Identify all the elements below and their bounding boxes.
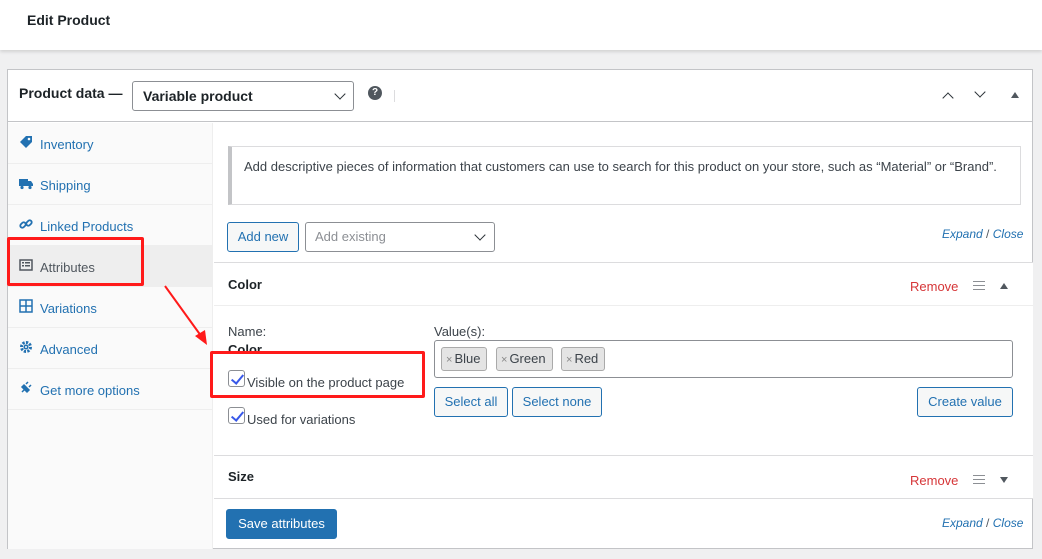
- drag-handle-icon[interactable]: [973, 475, 985, 484]
- value-chip[interactable]: × Green: [496, 347, 553, 371]
- attribute-size: Size Remove: [214, 455, 1033, 499]
- plugin-icon: [20, 381, 32, 394]
- product-data-label: Product data —: [19, 85, 123, 101]
- expand-link[interactable]: Expand: [942, 227, 983, 241]
- annotation-arrow-icon: [164, 285, 207, 345]
- tab-label: Linked Products: [40, 219, 134, 234]
- slash-separator: /: [986, 516, 990, 530]
- attributes-panel: Add descriptive pieces of information th…: [214, 123, 1033, 549]
- values-input[interactable]: × Blue × Green × Red: [434, 340, 1013, 378]
- add-existing-placeholder: Add existing: [315, 229, 386, 244]
- expand-link[interactable]: Expand: [942, 516, 983, 530]
- tab-inventory[interactable]: Inventory: [8, 123, 212, 164]
- create-value-button[interactable]: Create value: [917, 387, 1013, 417]
- add-existing-select[interactable]: Add existing: [305, 222, 495, 252]
- tab-label: Get more options: [40, 383, 140, 398]
- link-icon: [19, 219, 33, 229]
- expand-close-links-footer: Expand / Close: [942, 516, 1023, 530]
- move-down-icon[interactable]: [974, 86, 986, 98]
- product-type-select[interactable]: Variable product: [132, 81, 354, 111]
- expand-close-links: Expand / Close: [942, 227, 1023, 241]
- remove-chip-icon[interactable]: ×: [566, 354, 572, 366]
- chevron-down-icon: [474, 229, 486, 241]
- used-for-variations-checkbox[interactable]: [228, 407, 245, 424]
- expand-attribute-icon[interactable]: [1000, 477, 1008, 483]
- tab-shipping[interactable]: Shipping: [8, 164, 212, 205]
- page-title: Edit Product: [27, 12, 111, 28]
- tab-label: Variations: [40, 301, 97, 316]
- collapse-panel-icon[interactable]: [1011, 92, 1019, 98]
- attribute-title: Size: [228, 469, 255, 484]
- variations-label: Used for variations: [247, 412, 356, 427]
- help-icon[interactable]: ?: [368, 86, 382, 100]
- attribute-title: Color: [228, 277, 262, 292]
- value-chip[interactable]: × Blue: [441, 347, 488, 371]
- remove-attribute-link[interactable]: Remove: [910, 473, 958, 488]
- select-none-button[interactable]: Select none: [512, 387, 602, 417]
- remove-chip-icon[interactable]: ×: [446, 354, 452, 366]
- attribute-header[interactable]: Size Remove: [214, 456, 1033, 498]
- header-divider: [394, 90, 395, 102]
- tab-label: Advanced: [40, 342, 98, 357]
- remove-attribute-link[interactable]: Remove: [910, 279, 958, 294]
- drag-handle-icon[interactable]: [973, 281, 985, 290]
- add-new-button[interactable]: Add new: [227, 222, 299, 252]
- chevron-down-icon: [334, 88, 346, 100]
- attributes-notice: Add descriptive pieces of information th…: [228, 146, 1021, 205]
- attribute-header[interactable]: Color Remove: [214, 263, 1033, 305]
- truck-icon: [19, 179, 33, 190]
- grid-icon: [19, 299, 33, 313]
- product-data-header: Product data — Variable product ?: [8, 70, 1032, 122]
- select-all-button[interactable]: Select all: [434, 387, 508, 417]
- move-up-icon[interactable]: [942, 92, 954, 104]
- tab-get-more-options[interactable]: Get more options: [8, 369, 212, 410]
- values-label: Value(s):: [434, 324, 486, 339]
- close-link[interactable]: Close: [993, 516, 1024, 530]
- slash-separator: /: [986, 227, 990, 241]
- tab-label: Inventory: [40, 137, 94, 152]
- chip-label: Red: [574, 351, 599, 366]
- chip-label: Green: [509, 351, 546, 366]
- attributes-tab-highlight: [7, 237, 144, 286]
- collapse-attribute-icon[interactable]: [1000, 283, 1008, 289]
- save-attributes-button[interactable]: Save attributes: [226, 509, 337, 539]
- remove-chip-icon[interactable]: ×: [501, 354, 507, 366]
- chip-label: Blue: [454, 351, 481, 366]
- close-link[interactable]: Close: [993, 227, 1024, 241]
- gear-icon: [20, 341, 32, 353]
- visible-checkbox-highlight: [210, 351, 425, 398]
- name-label: Name:: [228, 324, 267, 339]
- tab-label: Shipping: [40, 178, 91, 193]
- product-type-value: Variable product: [143, 88, 253, 104]
- tag-icon: [20, 136, 32, 148]
- value-chip[interactable]: × Red: [561, 347, 606, 371]
- top-bar: Edit Product: [0, 0, 1042, 50]
